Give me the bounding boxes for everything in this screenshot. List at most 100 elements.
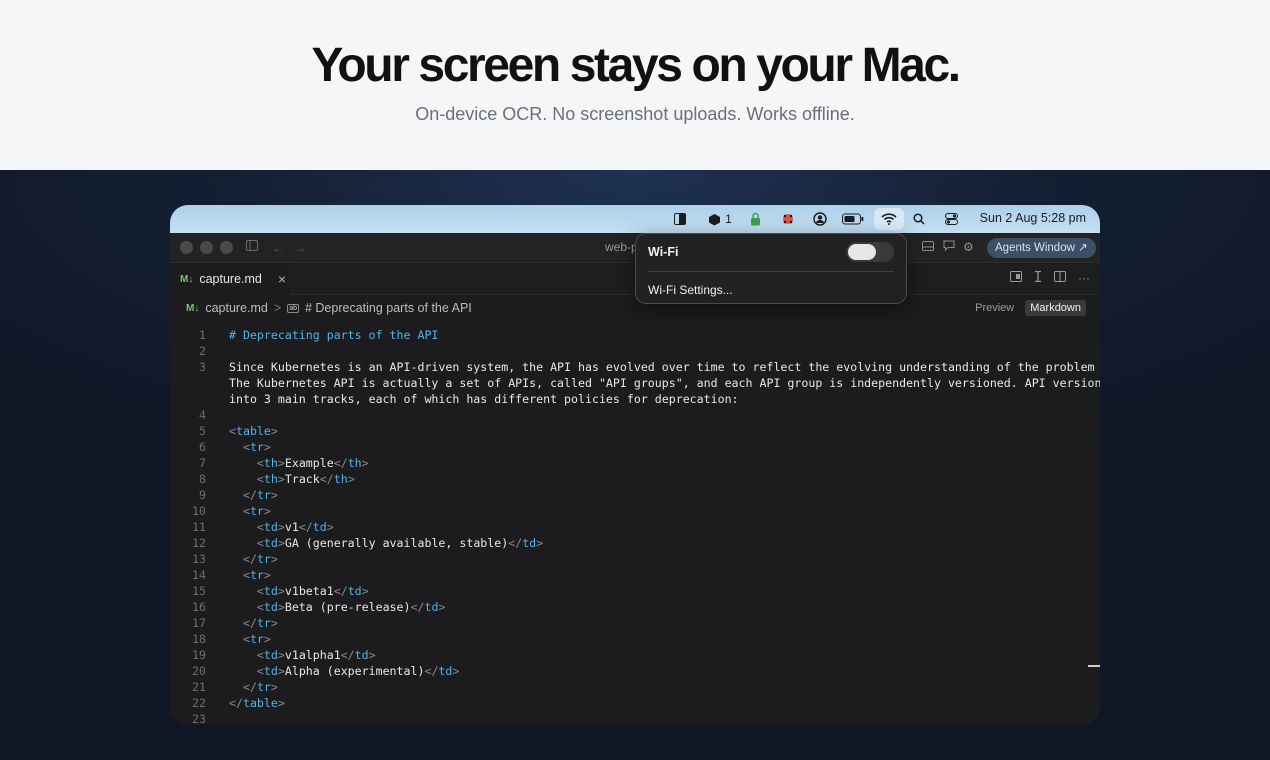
code-text[interactable]: <td>GA (generally available, stable)</td… — [229, 535, 543, 551]
chat-icon[interactable] — [943, 240, 955, 254]
code-line[interactable]: 21 </tr> — [170, 679, 1090, 695]
code-editor[interactable]: 1 # Deprecating parts of the API 2 3 Since K… — [170, 321, 1100, 725]
cube-icon[interactable]: 1 — [705, 211, 735, 227]
control-center-icon[interactable] — [944, 211, 958, 227]
user-circle-icon[interactable] — [812, 211, 828, 227]
code-line[interactable]: 4 — [170, 407, 1090, 423]
line-number: 16 — [192, 600, 206, 614]
line-number: 6 — [199, 440, 206, 454]
code-text[interactable]: <td>v1</td> — [229, 519, 334, 535]
preview-toggle-button[interactable]: Preview — [970, 300, 1019, 316]
forward-arrow-icon[interactable]: → — [294, 241, 306, 255]
code-line[interactable]: 6 <tr> — [170, 439, 1090, 455]
code-line[interactable]: 19 <td>v1alpha1</td> — [170, 647, 1090, 663]
code-line[interactable]: 5 <table> — [170, 423, 1090, 439]
code-line[interactable]: 13 </tr> — [170, 551, 1090, 567]
code-line[interactable]: 17 </tr> — [170, 615, 1090, 631]
code-text[interactable]: </tr> — [229, 487, 278, 503]
breadcrumb-separator: > — [273, 301, 282, 315]
back-arrow-icon[interactable]: ← — [272, 241, 284, 255]
cube-count: 1 — [725, 212, 732, 226]
code-text[interactable]: <td>v1beta1</td> — [229, 583, 369, 599]
code-text[interactable]: The Kubernetes API is actually a set of … — [229, 375, 1100, 391]
code-line[interactable]: 11 <td>v1</td> — [170, 519, 1090, 535]
line-number: 1 — [199, 328, 206, 342]
agents-window-button[interactable]: Agents Window ↗ — [987, 238, 1096, 258]
code-text[interactable]: <th>Track</th> — [229, 471, 355, 487]
close-window-button[interactable] — [180, 241, 193, 254]
wifi-toggle[interactable] — [846, 242, 894, 262]
code-text[interactable]: </tr> — [229, 679, 278, 695]
gear-icon[interactable]: ⚙ — [963, 240, 974, 254]
divider — [648, 271, 894, 272]
code-line[interactable]: The Kubernetes API is actually a set of … — [170, 375, 1100, 391]
code-text[interactable]: <tr> — [229, 567, 271, 583]
breadcrumb-file[interactable]: capture.md — [205, 301, 268, 315]
wifi-icon[interactable] — [879, 211, 899, 227]
line-number: 22 — [192, 696, 206, 710]
menu-bar: 1 Sun 2 Aug 5:28 pm — [170, 205, 1100, 233]
code-text[interactable]: <td>Beta (pre-release)</td> — [229, 599, 446, 615]
line-number: 11 — [192, 520, 206, 534]
code-line[interactable]: 2 — [170, 343, 1090, 359]
code-text[interactable]: <tr> — [229, 439, 271, 455]
code-text[interactable]: <td>Alpha (experimental)</td> — [229, 663, 459, 679]
code-text[interactable]: Since Kubernetes is an API-driven system… — [229, 359, 1100, 375]
battery-icon[interactable] — [842, 211, 864, 227]
heading-symbol-icon: ab — [287, 303, 299, 313]
line-number: 5 — [199, 424, 206, 438]
code-text[interactable]: <th>Example</th> — [229, 455, 369, 471]
code-text[interactable]: <tr> — [229, 503, 271, 519]
code-text[interactable]: <td>v1alpha1</td> — [229, 647, 376, 663]
code-text[interactable]: </tr> — [229, 551, 278, 567]
code-line[interactable]: 10 <tr> — [170, 503, 1090, 519]
code-text[interactable]: # Deprecating parts of the API — [229, 327, 438, 343]
minimize-window-button[interactable] — [200, 241, 213, 254]
sidebar-app-icon[interactable] — [673, 211, 687, 227]
zoom-window-button[interactable] — [220, 241, 233, 254]
wifi-settings-item[interactable]: Wi-Fi Settings... — [648, 283, 733, 297]
code-line[interactable]: 8 <th>Track</th> — [170, 471, 1090, 487]
code-line[interactable]: 12 <td>GA (generally available, stable)<… — [170, 535, 1090, 551]
code-line[interactable]: into 3 main tracks, each of which has di… — [170, 391, 1090, 407]
more-actions-icon[interactable]: ··· — [1078, 271, 1090, 285]
split-preview-icon[interactable] — [1010, 271, 1022, 285]
code-line[interactable]: 16 <td>Beta (pre-release)</td> — [170, 599, 1090, 615]
tab-label: capture.md — [199, 272, 262, 286]
code-line[interactable]: 20 <td>Alpha (experimental)</td> — [170, 663, 1090, 679]
line-number: 23 — [192, 712, 206, 725]
panel-icon[interactable] — [922, 240, 934, 254]
code-text[interactable]: </table> — [229, 695, 285, 711]
code-line[interactable]: 18 <tr> — [170, 631, 1090, 647]
code-line[interactable]: 1 # Deprecating parts of the API — [170, 327, 1090, 343]
line-number: 4 — [199, 408, 206, 422]
close-tab-icon[interactable]: × — [278, 271, 286, 287]
code-line[interactable]: 23 — [170, 711, 1090, 725]
editor-actions: ··· — [1010, 270, 1090, 285]
tab-capture-md[interactable]: M↓ capture.md × — [170, 263, 290, 295]
lock-icon[interactable] — [748, 211, 762, 227]
line-number: 19 — [192, 648, 206, 662]
bug-icon[interactable] — [780, 211, 796, 227]
sidebar-toggle-icon[interactable] — [246, 240, 258, 254]
view-toggle: Preview Markdown — [970, 300, 1086, 316]
breadcrumb-heading[interactable]: # Deprecating parts of the API — [305, 301, 472, 315]
code-text[interactable]: </tr> — [229, 615, 278, 631]
code-text[interactable]: <tr> — [229, 631, 271, 647]
markdown-file-icon: M↓ — [180, 273, 194, 285]
code-text[interactable]: into 3 main tracks, each of which has di… — [229, 391, 739, 407]
search-icon[interactable] — [912, 211, 926, 227]
code-line[interactable]: 3 Since Kubernetes is an API-driven syste… — [170, 359, 1095, 375]
code-line[interactable]: 9 </tr> — [170, 487, 1090, 503]
code-text[interactable]: <table> — [229, 423, 278, 439]
line-number: 17 — [192, 616, 206, 630]
code-line[interactable]: 7 <th>Example</th> — [170, 455, 1090, 471]
code-line[interactable]: 22 </table> — [170, 695, 1090, 711]
code-line[interactable]: 15 <td>v1beta1</td> — [170, 583, 1090, 599]
text-cursor-icon[interactable] — [1034, 270, 1042, 285]
line-number: 20 — [192, 664, 206, 678]
code-line[interactable]: 14 <tr> — [170, 567, 1090, 583]
menubar-datetime[interactable]: Sun 2 Aug 5:28 pm — [980, 211, 1086, 225]
markdown-toggle-button[interactable]: Markdown — [1025, 300, 1086, 316]
split-editor-icon[interactable] — [1054, 271, 1066, 285]
